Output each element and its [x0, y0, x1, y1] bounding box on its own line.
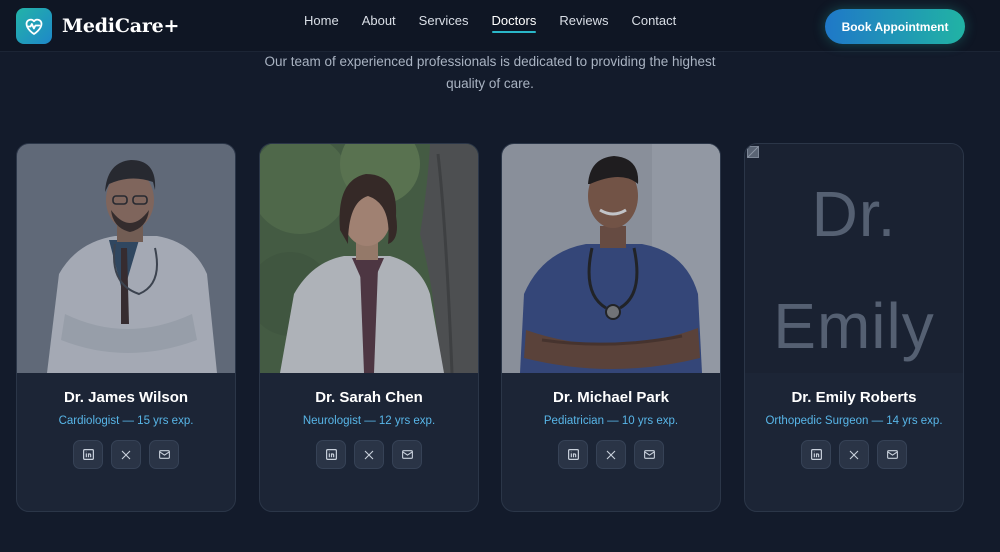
doctor-card: Dr. Emily Dr. Emily Roberts Orthopedic S… [744, 143, 964, 512]
nav-link-services[interactable]: Services [419, 13, 469, 28]
doctor-specialty: Pediatrician — 10 yrs exp. [543, 415, 679, 427]
nav-link-contact[interactable]: Contact [631, 13, 676, 28]
doctor-photo [260, 144, 478, 373]
doctor-specialty: Cardiologist — 15 yrs exp. [58, 415, 194, 427]
doctor-name: Dr. Sarah Chen [315, 389, 423, 406]
broken-image-icon [747, 146, 759, 158]
x-icon[interactable] [111, 440, 141, 469]
nav-link-reviews[interactable]: Reviews [559, 13, 608, 28]
x-icon[interactable] [839, 440, 869, 469]
social-links [17, 440, 235, 469]
social-links [745, 440, 963, 469]
x-icon[interactable] [354, 440, 384, 469]
social-links [260, 440, 478, 469]
doctor-specialty: Neurologist — 12 yrs exp. [302, 415, 436, 427]
doctor-name: Dr. Emily Roberts [791, 389, 917, 406]
linkedin-icon[interactable] [316, 440, 346, 469]
section-subtitle: Our team of experienced professionals is… [264, 54, 716, 91]
brand-name: MediCare+ [62, 15, 180, 37]
doctor-card: Dr. James Wilson Cardiologist — 15 yrs e… [16, 143, 236, 512]
nav-link-about[interactable]: About [362, 13, 396, 28]
x-icon[interactable] [596, 440, 626, 469]
heart-pulse-icon [16, 8, 52, 44]
linkedin-icon[interactable] [801, 440, 831, 469]
mail-icon[interactable] [392, 440, 422, 469]
doctor-photo [17, 144, 235, 373]
nav-link-doctors[interactable]: Doctors [491, 13, 536, 33]
mail-icon[interactable] [634, 440, 664, 469]
book-appointment-button[interactable]: Book Appointment [825, 9, 965, 44]
linkedin-icon[interactable] [558, 440, 588, 469]
doctor-card: Dr. Michael Park Pediatrician — 10 yrs e… [501, 143, 721, 512]
social-links [502, 440, 720, 469]
doctor-card: Dr. Sarah Chen Neurologist — 12 yrs exp. [259, 143, 479, 512]
image-alt-text: Dr. Emily [773, 178, 935, 362]
doctor-name: Dr. Michael Park [553, 389, 669, 406]
mail-icon[interactable] [877, 440, 907, 469]
doctor-photo-fallback: Dr. Emily [745, 144, 963, 373]
brand[interactable]: MediCare+ [16, 8, 179, 44]
navbar: MediCare+ Home About Services Doctors Re… [0, 0, 1000, 52]
linkedin-icon[interactable] [73, 440, 103, 469]
nav-link-home[interactable]: Home [304, 13, 339, 28]
mail-icon[interactable] [149, 440, 179, 469]
doctor-name: Dr. James Wilson [63, 389, 189, 406]
doctor-photo [502, 144, 720, 373]
main-nav: Home About Services Doctors Reviews Cont… [304, 0, 699, 40]
doctor-specialty: Orthopedic Surgeon — 14 yrs exp. [765, 415, 943, 427]
